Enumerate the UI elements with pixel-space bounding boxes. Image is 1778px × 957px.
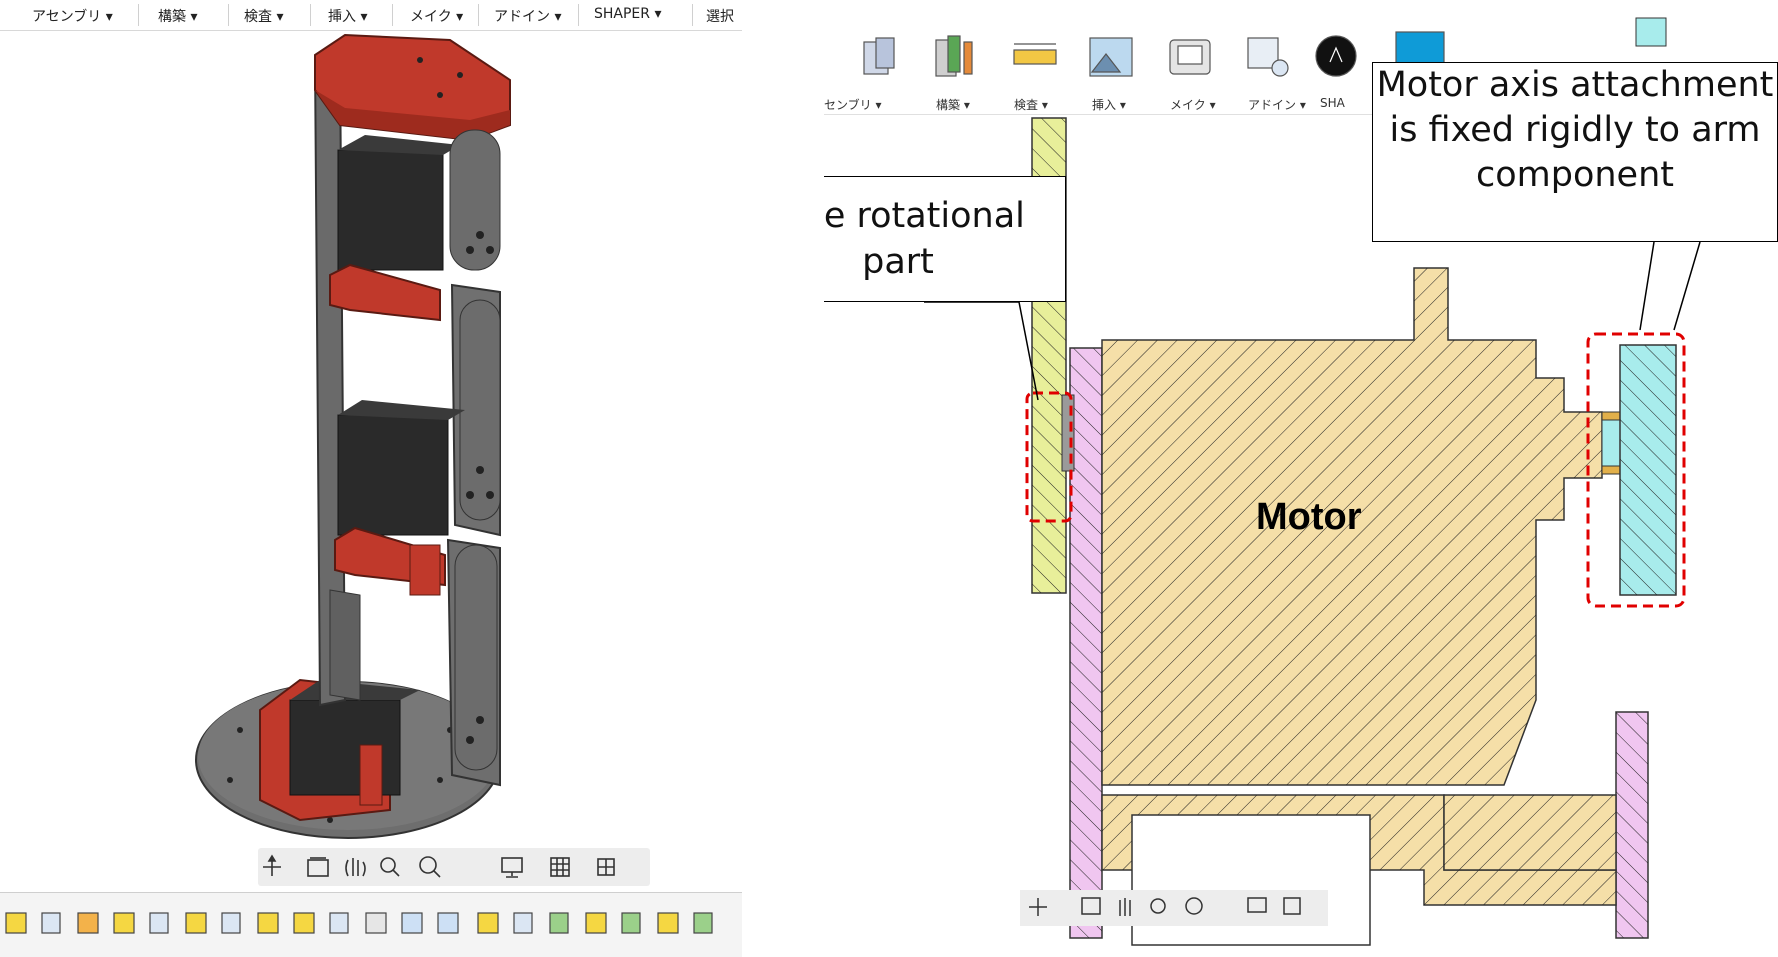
robot-arm-drawing xyxy=(195,33,511,839)
sketch-icon[interactable] xyxy=(657,912,679,934)
display-settings-icon[interactable] xyxy=(501,857,523,878)
grid-icon[interactable] xyxy=(550,857,570,877)
constraint-icon[interactable] xyxy=(437,912,459,934)
extrude-icon[interactable] xyxy=(513,912,533,934)
sketch-icon[interactable] xyxy=(293,912,315,934)
extrude-icon[interactable] xyxy=(149,912,169,934)
callout-free-rotation: Free rotational part xyxy=(824,176,1066,302)
look-at-icon[interactable] xyxy=(307,857,329,877)
extrude-icon[interactable] xyxy=(221,912,241,934)
callout-pointer-left xyxy=(924,301,1039,401)
navigation-bar xyxy=(258,848,650,886)
extrude-icon[interactable] xyxy=(329,912,349,934)
side-plate-right xyxy=(1615,711,1649,939)
body-icon[interactable] xyxy=(549,912,569,934)
motor-body xyxy=(1101,267,1617,946)
viewports-icon[interactable] xyxy=(597,858,615,876)
sketch-icon[interactable] xyxy=(185,912,207,934)
bottom-toolbar xyxy=(0,892,742,957)
sketch-icon[interactable] xyxy=(585,912,607,934)
sketch-icon[interactable] xyxy=(477,912,499,934)
motor-label: Motor xyxy=(1256,496,1362,538)
sketch-icon[interactable] xyxy=(257,912,279,934)
constraint-icon[interactable] xyxy=(401,912,423,934)
side-plate xyxy=(1069,347,1103,939)
sketch-icon[interactable] xyxy=(5,912,27,934)
revolve-icon[interactable] xyxy=(77,912,99,934)
callout-axis-fixed: Motor axis attachment is fixed rigidly t… xyxy=(1372,62,1778,242)
body-icon[interactable] xyxy=(693,912,713,934)
body-icon[interactable] xyxy=(621,912,641,934)
navigation-bar-right xyxy=(1020,890,1328,926)
loft-icon[interactable] xyxy=(365,912,387,934)
fit-icon[interactable] xyxy=(419,856,441,878)
robot-3d-view: アセンブリ ▾ 構築 ▾ 検査 ▾ 挿入 ▾ メイク ▾ アドイン ▾ SHAP… xyxy=(0,0,742,957)
pan-icon[interactable] xyxy=(345,858,366,877)
extrude-icon[interactable] xyxy=(41,912,61,934)
motor-section-view: センブリ ▾ 構築 ▾ 検査 ▾ 挿入 ▾ メイク ▾ アドイン ▾ SHA e… xyxy=(824,0,1778,957)
zoom-icon[interactable] xyxy=(380,857,400,877)
callout-pointer-right xyxy=(1639,241,1655,331)
horn-attachment xyxy=(1601,419,1621,467)
orbit-icon[interactable] xyxy=(263,854,281,876)
sketch-icon[interactable] xyxy=(113,912,135,934)
